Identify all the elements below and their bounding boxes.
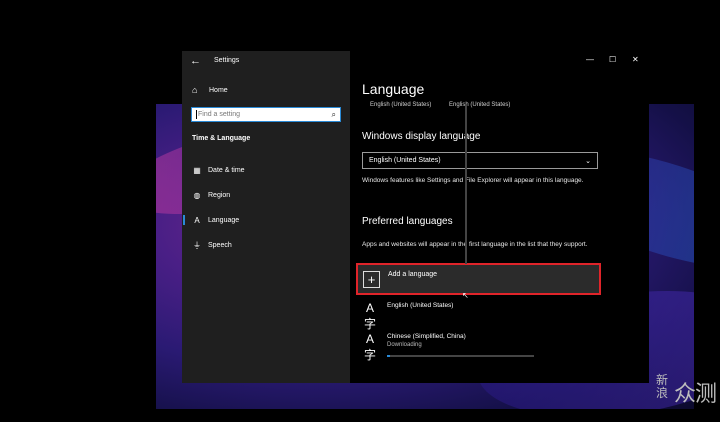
sidebar-item-date-time[interactable]: ▦ Date & time (182, 163, 350, 177)
settings-window: ← Settings ⌂ Home Find a setting ⌕ Time … (182, 51, 649, 383)
mouse-cursor-icon: ↖ (462, 291, 469, 300)
language-name: English (United States) (387, 302, 454, 309)
dropdown-value: English (United States) (369, 157, 441, 164)
microphone-icon: ⏚ (193, 240, 201, 250)
page-title: Language (362, 81, 425, 97)
back-arrow-icon[interactable]: ← (190, 55, 201, 67)
sidebar-item-speech[interactable]: ⏚ Speech (182, 238, 350, 252)
search-input[interactable]: Find a setting ⌕ (191, 107, 341, 122)
progress-fill (387, 355, 390, 357)
preferred-languages-heading: Preferred languages (362, 216, 453, 227)
chevron-down-icon: ⌄ (585, 157, 591, 165)
language-glyph-icon: A字 (363, 301, 376, 331)
preferred-languages-description: Apps and websites will appear in the fir… (362, 241, 588, 248)
maximize-button[interactable]: ☐ (609, 55, 616, 64)
summary-item: English (United States) (449, 102, 511, 108)
home-link[interactable]: ⌂ Home (192, 84, 228, 96)
search-placeholder: Find a setting (198, 111, 241, 118)
language-item-chinese[interactable]: A字 Chinese (Simplified, China) Downloadi… (362, 332, 602, 362)
add-language-label: Add a language (388, 271, 438, 278)
language-icon: A (194, 215, 200, 225)
section-title: Time & Language (192, 135, 251, 142)
watermark-line2: 浪 (656, 386, 668, 400)
home-label: Home (209, 86, 228, 94)
globe-icon: ◍ (193, 190, 201, 200)
content-pane: — ☐ ✕ Language English (United States) E… (350, 51, 649, 383)
display-language-dropdown[interactable]: English (United States) ⌄ (362, 152, 598, 169)
watermark-mark: 新 浪 (656, 374, 674, 400)
download-progress-bar (387, 355, 534, 357)
sidebar-item-language[interactable]: A Language (182, 213, 350, 227)
calendar-clock-icon: ▦ (193, 165, 201, 175)
window-title: Settings (214, 57, 240, 64)
sidebar: ← Settings ⌂ Home Find a setting ⌕ Time … (182, 51, 350, 383)
language-name: Chinese (Simplified, China) (387, 333, 466, 340)
sidebar-item-region[interactable]: ◍ Region (182, 188, 350, 202)
text-caret (196, 110, 197, 119)
language-item-english[interactable]: A字 English (United States) (362, 301, 602, 331)
close-button[interactable]: ✕ (632, 55, 639, 64)
sidebar-item-label: Language (208, 216, 240, 224)
plus-icon: + (363, 271, 380, 288)
sidebar-item-label: Region (208, 191, 231, 199)
language-status: Downloading (387, 342, 422, 348)
watermark-line1: 新 (656, 373, 668, 387)
display-language-heading: Windows display language (362, 131, 481, 142)
add-language-button[interactable]: + Add a language (356, 263, 601, 295)
scrollbar[interactable] (465, 104, 467, 264)
language-glyph-icon: A字 (363, 332, 376, 362)
language-summary: English (United States) English (United … (370, 102, 526, 108)
summary-item: English (United States) (370, 102, 432, 108)
display-language-description: Windows features like Settings and File … (362, 177, 584, 184)
home-icon: ⌂ (192, 85, 198, 95)
watermark-logo: 新 浪 众测 (656, 374, 717, 414)
search-icon[interactable]: ⌕ (332, 110, 336, 120)
minimize-button[interactable]: — (586, 55, 594, 64)
watermark-text: 众测 (674, 382, 717, 407)
sidebar-item-label: Speech (208, 241, 232, 249)
sidebar-item-label: Date & time (208, 166, 245, 174)
